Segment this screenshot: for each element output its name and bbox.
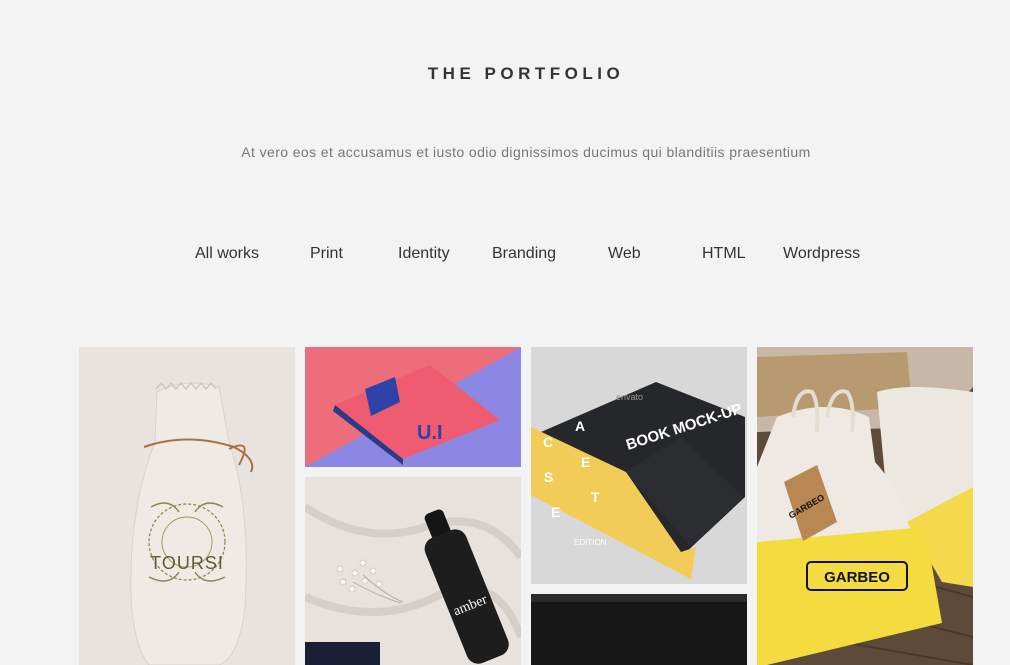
book-box-image: envato BOOK MOCK-UP EDITION CA SE ET [531, 347, 747, 584]
svg-text:T: T [591, 489, 600, 505]
paper-bag-brand-text: TOURSI [150, 553, 224, 573]
svg-text:A: A [575, 418, 585, 434]
svg-text:E: E [581, 454, 590, 470]
filter-identity[interactable]: Identity [398, 245, 450, 263]
portfolio-filter-nav: All works Print Identity Branding Web HT… [0, 245, 1010, 269]
page-title: THE PORTFOLIO [427, 64, 625, 84]
portfolio-item-paper-bag[interactable]: TOURSI [79, 347, 295, 665]
svg-text:S: S [544, 469, 553, 485]
filter-web[interactable]: Web [608, 245, 641, 263]
portfolio-item-dark[interactable] [531, 594, 747, 665]
portfolio-item-amber-bottle[interactable]: amber [305, 477, 521, 665]
amber-bottle-image: amber [305, 477, 521, 665]
filter-html[interactable]: HTML [702, 245, 746, 263]
portfolio-item-pink-book[interactable]: U.I [305, 347, 521, 467]
pink-book-image: U.I [305, 347, 521, 467]
filter-all-works[interactable]: All works [195, 245, 259, 263]
dark-tile-image [531, 594, 747, 665]
pink-book-cover-text: U.I [417, 422, 443, 444]
filter-print[interactable]: Print [310, 245, 343, 263]
book-edition-text: EDITION [574, 538, 607, 547]
tote-bag-image: GARBEO GARBEO [757, 347, 973, 665]
portfolio-page: THE PORTFOLIO At vero eos et accusamus e… [0, 0, 1010, 665]
portfolio-item-tote-bag[interactable]: GARBEO GARBEO [757, 347, 973, 665]
portfolio-item-book-box[interactable]: envato BOOK MOCK-UP EDITION CA SE ET [531, 347, 747, 584]
svg-text:C: C [543, 434, 553, 450]
filter-branding[interactable]: Branding [492, 245, 556, 263]
envato-watermark: envato [616, 392, 643, 402]
svg-text:E: E [551, 504, 560, 520]
filter-wordpress[interactable]: Wordpress [783, 245, 860, 263]
page-subtitle: At vero eos et accusamus et iusto odio d… [241, 144, 811, 160]
tote-bag-brand-text: GARBEO [824, 569, 890, 586]
paper-bag-image: TOURSI [79, 347, 295, 665]
